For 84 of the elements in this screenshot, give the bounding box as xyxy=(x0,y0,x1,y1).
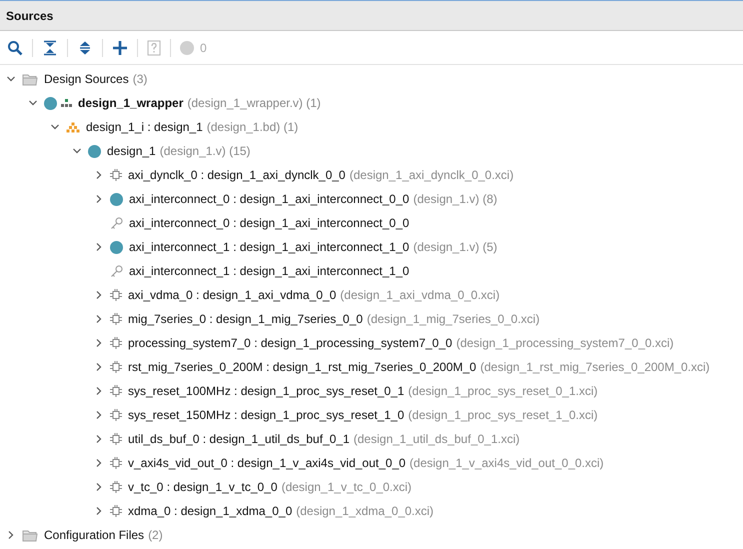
search-icon xyxy=(7,40,23,56)
caret-icon[interactable] xyxy=(94,290,104,300)
tree-item-label[interactable]: design_1_i : design_1 xyxy=(86,120,203,134)
chip-icon xyxy=(110,337,122,349)
caret-icon[interactable] xyxy=(94,194,104,204)
module-dot-icon xyxy=(88,144,101,158)
tree-item-detail: (design_1_xdma_0_0.xci) xyxy=(296,504,434,518)
tree-item-detail: (design_1_v_axi4s_vid_out_0_0.xci) xyxy=(410,456,604,470)
chip-icon xyxy=(110,505,122,517)
caret-icon[interactable] xyxy=(94,362,104,372)
chip-icon xyxy=(110,385,122,397)
tree-item-detail: (design_1_v_tc_0_0.xci) xyxy=(281,480,412,494)
tree-item-label[interactable]: design_1_wrapper xyxy=(78,96,184,110)
panel-title: Sources xyxy=(6,8,54,22)
caret-icon[interactable] xyxy=(94,482,104,492)
tree-item-label[interactable]: rst_mig_7series_0_200M : design_1_rst_mig_7series_0_200M_0 xyxy=(128,360,476,374)
tree-item-detail: (design_1_axi_vdma_0_0.xci) xyxy=(340,288,500,302)
caret-icon[interactable] xyxy=(94,338,104,348)
chip-icon xyxy=(110,169,122,181)
caret-icon[interactable] xyxy=(6,530,16,540)
folder-icon xyxy=(22,528,38,542)
chip-icon xyxy=(110,481,122,493)
tree-item-detail: (design_1_rst_mig_7series_0_200M_0.xci) xyxy=(480,360,710,374)
status-dot-icon xyxy=(180,40,194,54)
chip-icon xyxy=(110,409,122,421)
tree-item-detail: (design_1.bd) (1) xyxy=(206,120,298,134)
key-icon xyxy=(110,216,123,230)
caret-icon[interactable] xyxy=(94,410,104,420)
collapse-all-icon xyxy=(42,40,58,56)
tree-item-label[interactable]: Configuration Files xyxy=(44,528,144,542)
plus-icon xyxy=(112,40,128,56)
caret-icon[interactable] xyxy=(94,170,104,180)
caret-icon[interactable] xyxy=(94,242,104,252)
tree-item-label[interactable]: xdma_0 : design_1_xdma_0_0 xyxy=(128,504,292,518)
tree-item-detail: (2) xyxy=(148,528,163,542)
tree-item-label[interactable]: axi_vdma_0 : design_1_axi_vdma_0_0 xyxy=(128,288,336,302)
caret-icon[interactable] xyxy=(94,386,104,396)
caret-icon[interactable] xyxy=(94,314,104,324)
tree-item-label[interactable]: axi_interconnect_0 : design_1_axi_interconnect_0_0 xyxy=(129,192,410,206)
tree-item-label[interactable]: sys_reset_150MHz : design_1_proc_sys_reset_1_0 xyxy=(128,408,404,422)
caret-icon[interactable] xyxy=(94,434,104,444)
tree-item-label[interactable]: axi_dynclk_0 : design_1_axi_dynclk_0_0 xyxy=(128,168,346,182)
tree-item-label[interactable]: design_1 xyxy=(107,144,156,158)
tree-item-label[interactable]: axi_interconnect_1 : design_1_axi_interconnect_1_0 xyxy=(129,264,410,278)
key-icon xyxy=(110,264,123,278)
block-design-icon xyxy=(66,122,80,132)
tree-item-detail: (design_1_proc_sys_reset_0_1.xci) xyxy=(408,384,598,398)
tree-item-detail: (design_1.v) (15) xyxy=(160,144,250,158)
tree-item-detail: (design_1.v) (8) xyxy=(413,192,498,206)
tree-item-detail: (design_1_processing_system7_0_0.xci) xyxy=(456,336,674,350)
chip-icon xyxy=(110,361,122,373)
caret-icon[interactable] xyxy=(6,74,16,84)
chip-icon xyxy=(110,313,122,325)
tree-item-label[interactable]: v_axi4s_vid_out_0 : design_1_v_axi4s_vid_out_0_0 xyxy=(128,456,406,470)
chip-icon xyxy=(110,289,122,301)
tree-item-label[interactable]: axi_interconnect_1 : design_1_axi_interconnect_1_0 xyxy=(129,240,410,254)
tree-item-detail: (design_1.v) (5) xyxy=(413,240,498,254)
tree-item-label[interactable]: axi_interconnect_0 : design_1_axi_interconnect_0_0 xyxy=(129,216,410,230)
caret-icon[interactable] xyxy=(72,146,82,156)
tree-item-detail: (3) xyxy=(132,72,148,86)
tree-item-detail: (design_1_util_ds_buf_0_1.xci) xyxy=(354,432,520,446)
module-dot-icon xyxy=(110,192,123,206)
tree-item-label[interactable]: processing_system7_0 : design_1_processing_system7_0_0 xyxy=(128,336,452,350)
tree-item-label[interactable]: v_tc_0 : design_1_v_tc_0_0 xyxy=(128,480,278,494)
tree-item-label[interactable]: util_ds_buf_0 : design_1_util_ds_buf_0_1 xyxy=(128,432,350,446)
help-icon xyxy=(147,40,161,56)
caret-icon[interactable] xyxy=(94,506,104,516)
module-dot-icon xyxy=(110,240,123,254)
chip-icon xyxy=(110,457,122,469)
expand-all-icon xyxy=(77,40,93,56)
tree-item-label[interactable]: mig_7series_0 : design_1_mig_7series_0_0 xyxy=(128,312,363,326)
tree-item-detail: (design_1_wrapper.v) (1) xyxy=(187,96,321,110)
caret-icon[interactable] xyxy=(28,98,38,108)
chip-icon xyxy=(110,433,122,445)
tree-item-detail: (design_1_proc_sys_reset_1_0.xci) xyxy=(408,408,598,422)
caret-icon[interactable] xyxy=(94,458,104,468)
tree-item-detail: (design_1_axi_dynclk_0_0.xci) xyxy=(349,168,514,182)
tree-item-label[interactable]: sys_reset_100MHz : design_1_proc_sys_reset_0_1 xyxy=(128,384,404,398)
caret-icon[interactable] xyxy=(50,122,60,132)
tree-item-detail: (design_1_mig_7series_0_0.xci) xyxy=(366,312,540,326)
hierarchy-icon xyxy=(61,98,72,108)
module-dot-icon xyxy=(44,96,57,110)
folder-icon xyxy=(22,72,38,86)
tree-item-label[interactable]: Design Sources xyxy=(44,72,129,86)
